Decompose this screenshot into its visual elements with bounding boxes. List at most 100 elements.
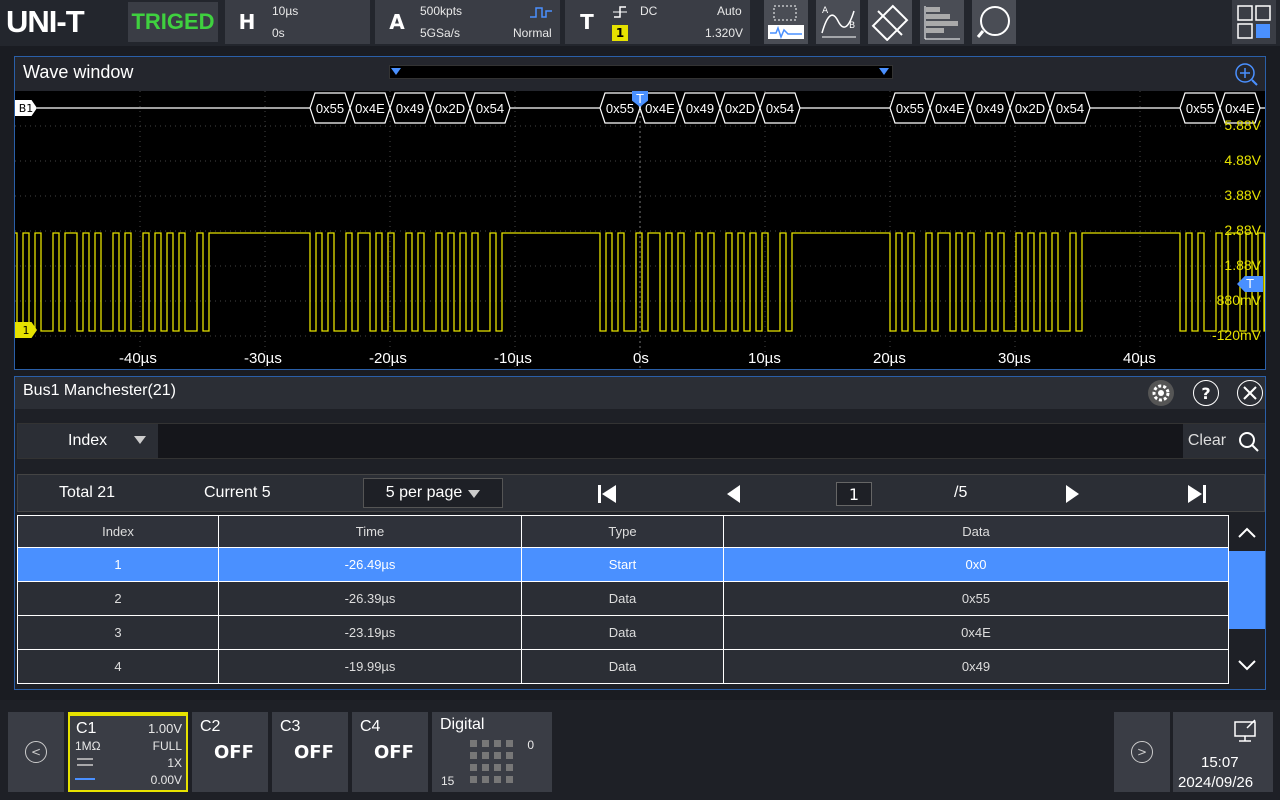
decode-value: 0x2D xyxy=(725,101,755,116)
chevron-left-icon: < xyxy=(25,741,47,763)
cell-type: Data xyxy=(521,615,724,650)
zoom-in-icon[interactable] xyxy=(1233,61,1259,87)
column-header[interactable]: Data xyxy=(723,515,1229,548)
search-waveform-button[interactable] xyxy=(972,0,1016,44)
waveform-scrollbar[interactable] xyxy=(389,65,893,79)
trigger-panel[interactable]: T DC Auto 1 1.320V xyxy=(565,0,750,44)
wave-window: Wave window 0x55 0x4E 0x49 0x2D 0x54 0x55 0x4E… xyxy=(14,56,1266,370)
clear-button[interactable]: Clear xyxy=(1183,424,1231,458)
bus-decode-panel: Bus1 Manchester(21) ? Index Clear Total … xyxy=(14,376,1266,690)
trigger-level: 1.320V xyxy=(705,26,744,40)
cell-data: 0x55 xyxy=(723,581,1229,616)
time-label: -10µs xyxy=(494,350,532,367)
column-header[interactable]: Index xyxy=(17,515,219,548)
trigger-source-badge: 1 xyxy=(612,25,628,41)
filter-field-label: Index xyxy=(68,432,108,449)
decode-value: 0x2D xyxy=(435,101,465,116)
cell-time: -26.49µs xyxy=(218,547,522,582)
per-page-select[interactable]: 5 per page xyxy=(363,478,503,508)
channel-digital[interactable]: Digital 0 15 xyxy=(432,712,552,792)
wave-window-header: Wave window xyxy=(15,57,1265,91)
c4-state: OFF xyxy=(374,742,414,763)
search-icon xyxy=(1239,432,1259,452)
help-button[interactable]: ? xyxy=(1193,380,1219,406)
first-page-icon[interactable] xyxy=(596,483,618,505)
histogram-button[interactable] xyxy=(920,0,964,44)
time-label: 40µs xyxy=(1123,350,1156,367)
table-row[interactable]: 3 -23.19µs Data 0x4E xyxy=(17,615,1229,650)
measure-button[interactable] xyxy=(868,0,912,44)
layout-button[interactable] xyxy=(1232,0,1276,44)
c1-bandwidth: FULL xyxy=(152,739,182,753)
column-header[interactable]: Time xyxy=(218,515,522,548)
scroll-right-button[interactable]: > xyxy=(1114,712,1170,792)
search-button[interactable] xyxy=(1231,424,1265,458)
time-label: -20µs xyxy=(369,350,407,367)
time-label: 30µs xyxy=(998,350,1031,367)
waveform-plot[interactable]: 0x55 0x4E 0x49 0x2D 0x54 0x55 0x4E 0x49 0x2D 0x54… xyxy=(15,91,1265,369)
channel-c1[interactable]: C1 1.00V 1MΩ FULL 1X 0.00V xyxy=(68,712,188,792)
scroll-down-icon[interactable] xyxy=(1237,659,1257,673)
scroll-up-icon[interactable] xyxy=(1237,525,1257,539)
c1-probe: 1X xyxy=(167,756,182,770)
volt-label: 3.88V xyxy=(1224,187,1261,203)
table-row[interactable]: 1 -26.49µs Start 0x0 xyxy=(17,547,1229,582)
column-header[interactable]: Type xyxy=(521,515,724,548)
zoom-waveform-button[interactable] xyxy=(764,0,808,44)
total-count: Total 21 xyxy=(59,484,116,501)
question-icon: ? xyxy=(1201,383,1211,403)
table-scrollbar[interactable] xyxy=(1229,515,1265,683)
system-status[interactable]: 15:07 2024/09/26 xyxy=(1173,712,1273,792)
page-number-input[interactable]: 1 xyxy=(836,482,872,506)
time-label: 20µs xyxy=(873,350,906,367)
acquire-mode: Normal xyxy=(513,26,552,40)
bus-panel-header: Bus1 Manchester(21) ? xyxy=(15,377,1265,409)
decode-value: 0x55 xyxy=(896,101,924,116)
cell-type: Data xyxy=(521,649,724,684)
filter-search-input[interactable] xyxy=(160,424,1181,458)
timebase-value: 10µs xyxy=(272,4,299,18)
volt-label: 1.88V xyxy=(1224,257,1261,273)
cell-index: 2 xyxy=(17,581,219,616)
decode-value: 0x4E xyxy=(355,101,385,116)
cell-data: 0x4E xyxy=(723,615,1229,650)
decode-value: 0x49 xyxy=(976,101,1004,116)
bottom-channel-bar: < C1 1.00V 1MΩ FULL 1X 0.00V C2 OFF C3 O… xyxy=(0,700,1280,800)
ruler-icon xyxy=(871,4,909,41)
channel-c4[interactable]: C4 OFF xyxy=(352,712,428,792)
cell-index: 3 xyxy=(17,615,219,650)
pagination-bar: Total 21 Current 5 5 per page 1 /5 xyxy=(17,474,1265,512)
time-label: -40µs xyxy=(119,350,157,367)
next-page-icon[interactable] xyxy=(1064,483,1082,505)
cursor-button[interactable]: AB xyxy=(816,0,860,44)
cell-type: Data xyxy=(521,581,724,616)
c1-offset: 0.00V xyxy=(150,773,182,787)
decode-value: 0x54 xyxy=(1056,101,1084,116)
channel-c3[interactable]: C3 OFF xyxy=(272,712,348,792)
prev-page-icon[interactable] xyxy=(724,483,742,505)
volt-label: 4.88V xyxy=(1224,152,1261,168)
c2-name: C2 xyxy=(200,718,221,735)
c4-name: C4 xyxy=(360,718,381,735)
table-row[interactable]: 4 -19.99µs Data 0x49 xyxy=(17,649,1229,684)
pulse-icon xyxy=(530,7,552,18)
scroll-left-button[interactable]: < xyxy=(8,712,64,792)
channel-c2[interactable]: C2 OFF xyxy=(192,712,268,792)
close-icon xyxy=(1243,386,1257,400)
digital-high-index: 0 xyxy=(527,738,534,752)
last-page-icon[interactable] xyxy=(1186,483,1208,505)
scroll-thumb[interactable] xyxy=(1229,551,1265,629)
decode-table: Index Time Type Data 1 -26.49µs Start 0x… xyxy=(17,515,1229,684)
horizontal-panel[interactable]: H 10µs 0s xyxy=(225,0,370,44)
cell-time: -23.19µs xyxy=(218,615,522,650)
magnifier-icon xyxy=(976,6,1010,38)
c1-name: C1 xyxy=(76,720,97,737)
close-button[interactable] xyxy=(1237,380,1263,406)
filter-field-select[interactable]: Index xyxy=(18,424,158,458)
acquire-panel[interactable]: A 500kpts 5GSa/s Normal xyxy=(375,0,560,44)
cell-index: 1 xyxy=(17,547,219,582)
table-row[interactable]: 2 -26.39µs Data 0x55 xyxy=(17,581,1229,616)
settings-button[interactable] xyxy=(1148,380,1174,406)
volt-label: 5.88V xyxy=(1224,117,1261,133)
cell-index: 4 xyxy=(17,649,219,684)
